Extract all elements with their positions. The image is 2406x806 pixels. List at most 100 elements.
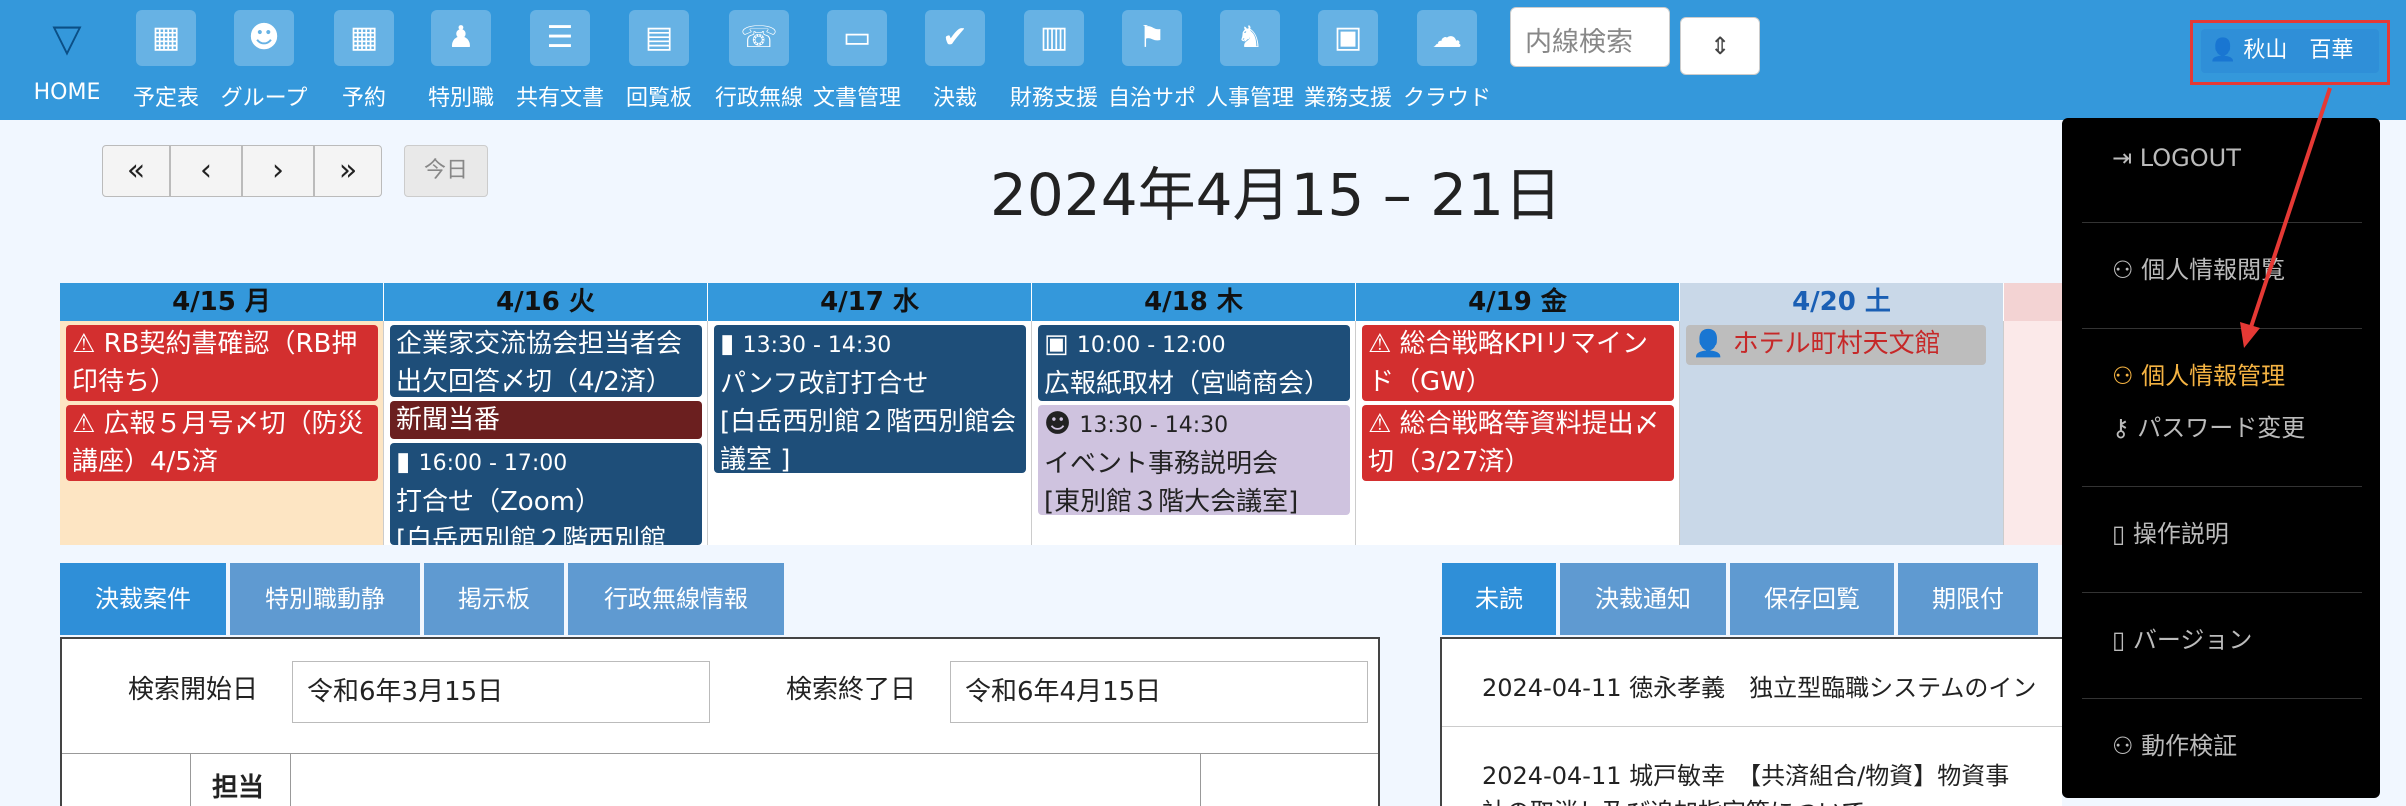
tab-approval-cases[interactable]: 決裁案件: [60, 563, 228, 635]
menu-divider: [2082, 486, 2362, 487]
tab-radio-info[interactable]: 行政無線情報: [568, 563, 786, 635]
menu-label: パスワード変更: [2137, 414, 2306, 442]
next-week-button[interactable]: ›: [242, 145, 314, 197]
tab-unread[interactable]: 未読: [1442, 563, 1558, 635]
calendar-event[interactable]: ▮ 16:00 - 17:00 打合せ（Zoom） [白岳西別館２階西別館: [390, 443, 702, 545]
sort-select[interactable]: ⇕: [1680, 17, 1760, 75]
meeting-icon: ▮: [720, 329, 735, 359]
nav-shared-docs[interactable]: ☰ 共有文書: [512, 0, 608, 120]
menu-item-operation-guide[interactable]: ▯ 操作説明: [2112, 514, 2372, 549]
tab-approval-notice[interactable]: 決裁通知: [1560, 563, 1728, 635]
tab-saved-circular[interactable]: 保存回覧: [1730, 563, 1896, 635]
day-column-sun: [2004, 321, 2064, 545]
calendar-event[interactable]: ☻ 13:30 - 14:30 イベント事務説明会 [東別館３階大会議室]: [1038, 405, 1350, 515]
table-col-divider: [1200, 753, 1201, 806]
cloud-icon: ☁: [1417, 10, 1477, 66]
nav-label: 行政無線: [714, 86, 803, 111]
file-icon: ▯: [2112, 520, 2126, 548]
table-col-divider: [290, 753, 291, 806]
calendar-icon: ▦: [136, 10, 196, 66]
warning-icon: ⚠: [72, 329, 96, 359]
menu-label: バージョン: [2132, 626, 2253, 654]
nav-approval[interactable]: ✔ 決裁: [910, 0, 1000, 120]
nav-special-staff[interactable]: ♟ 特別職: [416, 0, 506, 120]
nav-radio[interactable]: ☏ 行政無線: [710, 0, 808, 120]
event-title: 打合せ（Zoom）: [396, 487, 601, 517]
nav-home[interactable]: ▽ HOME: [22, 0, 112, 120]
nav-label: 人事管理: [1205, 86, 1294, 111]
nav-schedule[interactable]: ▦ 予定表: [126, 0, 206, 120]
menu-item-logout[interactable]: ⇥ LOGOUT: [2112, 144, 2372, 172]
user-menu-button[interactable]: 👤 秋山 百華: [2201, 29, 2379, 73]
warning-icon: ⚠: [72, 409, 96, 439]
event-time: 13:30 - 14:30: [742, 333, 892, 358]
day-column-fri: ⚠ 総合戦略KPIリマインド（GW） ⚠ 総合戦略等資料提出〆切（3/27済）: [1356, 321, 1680, 545]
day-header: 4/17 水: [708, 283, 1032, 321]
menu-item-operation-check[interactable]: ⚇ 動作検証: [2112, 726, 2372, 761]
menu-item-personal-info-manage[interactable]: ⚇ 個人情報管理: [2112, 356, 2372, 391]
today-button[interactable]: 今日: [404, 145, 488, 197]
meeting-icon: ▮: [396, 447, 411, 477]
search-start-label: 検索開始日: [128, 675, 259, 705]
left-tab-bar: 決裁案件 特別職動静 掲示板 行政無線情報: [60, 563, 800, 635]
user-check-icon: ⚇: [2112, 732, 2134, 760]
key-icon: ⚷: [2112, 414, 2130, 442]
nav-cloud[interactable]: ☁ クラウド: [1400, 0, 1494, 120]
user-edit-icon: ⚇: [2112, 362, 2134, 390]
nav-support[interactable]: ⚑ 自治サポ: [1104, 0, 1200, 120]
clipboard-icon: ▤: [629, 10, 689, 66]
calendar-event[interactable]: ▣ 10:00 - 12:00 広報紙取材（宮崎商会）: [1038, 325, 1350, 401]
tab-deadline[interactable]: 期限付: [1898, 563, 2040, 635]
nav-group[interactable]: ☻ グループ: [216, 0, 312, 120]
nav-doc-management[interactable]: ▭ 文書管理: [808, 0, 906, 120]
calendar-event[interactable]: ⚠ 広報５月号〆切（防災講座）4/5済: [66, 405, 378, 481]
calendar-event[interactable]: 企業家交流協会担当者会出欠回答〆切（4/2済）: [390, 325, 702, 397]
nav-reservation[interactable]: ▦ 予約: [322, 0, 406, 120]
calendar-event[interactable]: ⚠ RB契約書確認（RB押印待ち）: [66, 325, 378, 401]
menu-item-personal-info-view[interactable]: ⚇ 個人情報閲覧: [2112, 250, 2372, 285]
event-title: パンフ改訂打合せ: [720, 369, 929, 399]
special-staff-icon: ♟: [431, 10, 491, 66]
list-item[interactable]: 2024-04-11 徳永孝義 独立型臨職システムのイン: [1482, 668, 2062, 703]
tab-special-staff-activity[interactable]: 特別職動静: [230, 563, 422, 635]
calendar-event[interactable]: ⚠ 総合戦略等資料提出〆切（3/27済）: [1362, 405, 1674, 481]
calendar-event[interactable]: ▮ 13:30 - 14:30 パンフ改訂打合せ [白岳西別館２階西別館会議室 ]: [714, 325, 1026, 473]
menu-item-password-change[interactable]: ⚷ パスワード変更: [2112, 408, 2372, 443]
search-start-input[interactable]: 令和6年3月15日: [292, 661, 710, 723]
tab-bulletin-board[interactable]: 掲示板: [424, 563, 566, 635]
menu-label: 操作説明: [2132, 520, 2229, 548]
nav-label: 予定表: [132, 86, 199, 111]
calendar-event[interactable]: 👤 ホテル町村天文館: [1686, 325, 1986, 365]
calendar-event[interactable]: ⚠ 総合戦略KPIリマインド（GW）: [1362, 325, 1674, 401]
search-end-input[interactable]: 令和6年4月15日: [950, 661, 1368, 723]
nav-business[interactable]: ▣ 業務支援: [1300, 0, 1396, 120]
nav-label: 決裁: [932, 86, 977, 111]
menu-item-version[interactable]: ▯ バージョン: [2112, 620, 2372, 655]
extension-search-input[interactable]: 内線検索: [1510, 7, 1670, 67]
event-title: イベント事務説明会: [1044, 449, 1279, 479]
file-icon: ▯: [2112, 626, 2126, 654]
menu-label: 個人情報管理: [2141, 362, 2286, 390]
prev-week-button[interactable]: ‹: [170, 145, 242, 197]
finance-icon: ▥: [1024, 10, 1084, 66]
nav-circular[interactable]: ▤ 回覧板: [614, 0, 704, 120]
menu-divider: [2082, 698, 2362, 699]
nav-label: クラウド: [1402, 86, 1491, 111]
event-time: 10:00 - 12:00: [1076, 333, 1226, 358]
menu-divider: [2082, 222, 2362, 223]
list-item[interactable]: 2024-04-11 城戸敏幸 【共済組合/物資】物資事: [1482, 756, 2062, 791]
menu-label: 個人情報閲覧: [2141, 256, 2286, 284]
list-item[interactable]: 社の取消し及び追加指定等について: [1482, 792, 2062, 806]
top-nav-bar: ▽ HOME ▦ 予定表 ☻ グループ ▦ 予約 ♟ 特別職 ☰ 共有文書 ▤ …: [0, 0, 2406, 120]
right-tab-bar: 未読 決裁通知 保存回覧 期限付: [1442, 563, 2062, 635]
nav-label: HOME: [33, 80, 101, 105]
nav-hr[interactable]: ♞ 人事管理: [1202, 0, 1298, 120]
shared-docs-icon: ☰: [530, 10, 590, 66]
day-header-sunday: [2004, 283, 2064, 321]
next-year-button[interactable]: »: [314, 145, 382, 197]
calendar-event[interactable]: 新聞当番: [390, 401, 702, 439]
user-name: 秋山 百華: [2243, 38, 2354, 63]
prev-year-button[interactable]: «: [102, 145, 170, 197]
nav-finance[interactable]: ▥ 財務支援: [1006, 0, 1102, 120]
search-end-label: 検索終了日: [786, 675, 917, 705]
